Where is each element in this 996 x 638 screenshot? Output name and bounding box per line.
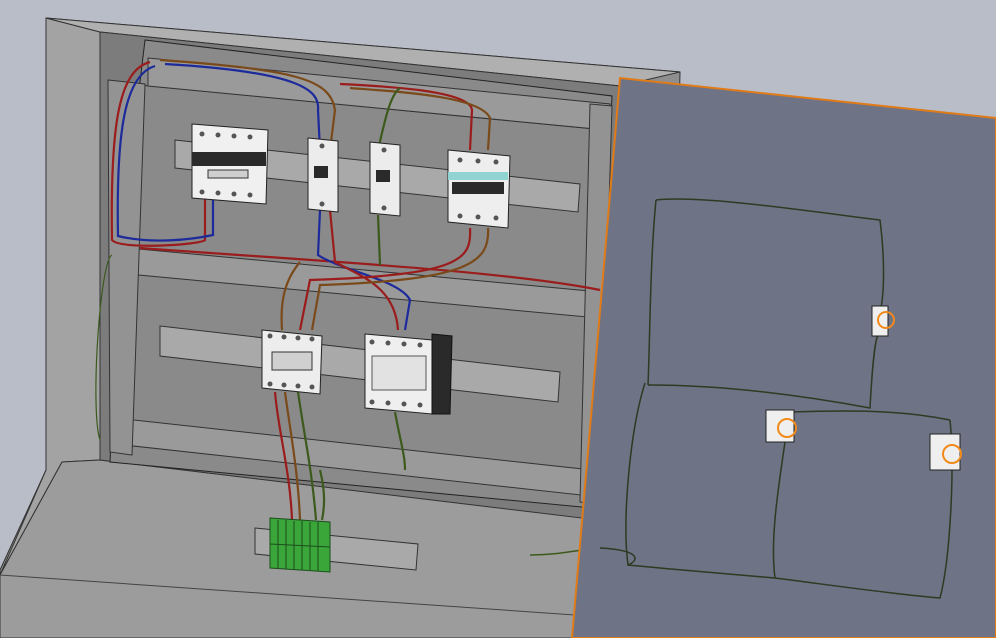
electrical-cabinet-3d-model xyxy=(0,0,996,638)
breaker-1-pole-a[interactable] xyxy=(307,137,339,213)
rcd-accent-band xyxy=(448,172,508,180)
breaker-toggle xyxy=(314,166,328,178)
main-breaker-4-pole[interactable] xyxy=(191,123,269,205)
relay-cover xyxy=(371,355,427,391)
rcd-breaker[interactable] xyxy=(447,149,511,229)
contactor[interactable] xyxy=(261,329,323,395)
breaker-label-strip xyxy=(192,152,266,166)
contactor-window xyxy=(271,351,313,371)
breaker-1-pole-b[interactable] xyxy=(369,141,401,217)
cad-viewport[interactable] xyxy=(0,0,996,638)
green-terminal-block[interactable] xyxy=(269,517,331,573)
door-switch-left[interactable] xyxy=(765,409,797,443)
door-switch-right[interactable] xyxy=(929,433,962,471)
breaker-toggle xyxy=(376,170,390,182)
door-panel xyxy=(570,76,996,638)
relay-dark-housing xyxy=(431,333,453,415)
rcd-toggle xyxy=(452,182,504,194)
breaker-lever xyxy=(207,169,249,179)
control-relay-module[interactable] xyxy=(364,333,453,415)
cabinet-door[interactable] xyxy=(570,76,996,638)
